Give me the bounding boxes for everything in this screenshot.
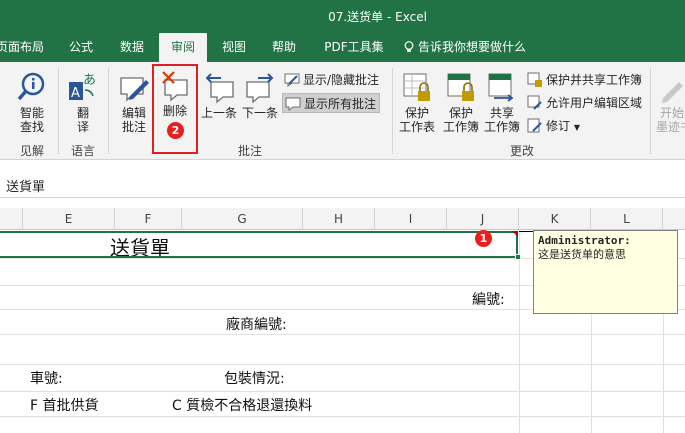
translate-button[interactable]: A あ 翻 译 xyxy=(66,72,100,134)
share-workbook-icon xyxy=(488,73,514,102)
title-bar: 07.送货单 - Excel xyxy=(0,0,685,33)
protect-sheet-label: 保护 工作表 xyxy=(398,106,435,134)
note-c-cell[interactable]: C 質檢不合格退還換料 xyxy=(172,395,312,415)
share-workbook-button[interactable]: 共享 工作簿 xyxy=(481,72,523,134)
protect-workbook-label: 保护 工作簿 xyxy=(442,106,479,134)
chevron-down-icon: ▼ xyxy=(573,123,580,132)
edit-comment-button[interactable]: 编辑 批注 xyxy=(115,72,153,134)
comment-indicator xyxy=(512,231,518,237)
delete-button-highlight xyxy=(152,64,198,154)
protect-sheet-button[interactable]: 保护 工作表 xyxy=(396,72,438,134)
formula-bar[interactable]: 送貨單 xyxy=(0,170,685,198)
protect-sheet-icon xyxy=(403,73,430,101)
show-hide-comment-button[interactable]: 显示/隐藏批注 xyxy=(282,70,382,90)
next-comment-label: 下一条 xyxy=(241,106,278,120)
tab-view[interactable]: 视图 xyxy=(214,33,254,62)
track-changes-button[interactable]: 修订 ▼ xyxy=(525,116,583,136)
comment-text: 这是送货单的意思 xyxy=(538,248,626,261)
edit-comment-icon xyxy=(120,77,149,102)
column-header-j[interactable]: J xyxy=(447,208,519,230)
column-header-k[interactable]: K xyxy=(519,208,591,230)
show-all-comments-label: 显示所有批注 xyxy=(304,97,377,111)
column-header-l[interactable]: L xyxy=(591,208,663,230)
formula-bar-content: 送貨單 xyxy=(6,180,46,195)
translate-label: 翻 译 xyxy=(76,106,89,134)
insights-group-label: 见解 xyxy=(19,144,44,158)
column-header-partial[interactable] xyxy=(0,208,23,230)
tell-me-label: 告诉我你想要做什么 xyxy=(418,40,527,54)
tab-review[interactable]: 审阅 xyxy=(159,33,207,62)
vehicle-label-cell[interactable]: 車號: xyxy=(30,368,63,388)
previous-comment-button[interactable]: 上一条 xyxy=(199,72,239,120)
previous-comment-label: 上一条 xyxy=(200,106,237,120)
start-inking-button[interactable]: 开始 墨迹书 xyxy=(656,72,685,134)
share-workbook-label: 共享 工作簿 xyxy=(483,106,520,134)
smart-lookup-label: 智能 查找 xyxy=(19,106,44,134)
step-1-badge: 1 xyxy=(475,230,492,247)
edit-comment-label: 编辑 批注 xyxy=(121,106,146,134)
previous-comment-icon xyxy=(205,73,234,104)
smart-lookup-button[interactable]: 智能 查找 xyxy=(14,72,50,134)
column-header-e[interactable]: E xyxy=(23,208,115,230)
tab-page-layout[interactable]: 页面布局 xyxy=(0,33,48,62)
smart-lookup-icon xyxy=(17,72,45,101)
column-header-h[interactable]: H xyxy=(303,208,375,230)
step-2-badge: 2 xyxy=(167,122,184,139)
protect-share-icon xyxy=(527,72,542,87)
track-changes-label: 修订 xyxy=(546,119,571,133)
protect-workbook-icon xyxy=(447,73,474,101)
grid-row-line xyxy=(0,416,685,417)
protect-workbook-button[interactable]: 保护 工作簿 xyxy=(440,72,482,134)
tell-me-box[interactable]: 告诉我你想要做什么 xyxy=(404,33,554,62)
packaging-label-cell[interactable]: 包裝情況: xyxy=(224,368,285,388)
tab-pdf-tools[interactable]: PDF工具集 xyxy=(318,33,390,62)
ribbon-tabs: 页面布局 公式 数据 审阅 视图 帮助 PDF工具集 告诉我你想要做什么 xyxy=(0,33,685,62)
protect-share-label: 保护并共享工作簿 xyxy=(546,73,643,87)
grid-row-line xyxy=(0,364,685,365)
changes-group-label: 更改 xyxy=(509,144,534,158)
tab-formulas[interactable]: 公式 xyxy=(62,33,100,62)
next-comment-icon xyxy=(246,73,274,104)
language-group-label: 语言 xyxy=(70,144,95,158)
show-all-comments-button[interactable]: 显示所有批注 xyxy=(282,93,381,113)
grid-col-line xyxy=(519,231,520,433)
allow-edit-ranges-label: 允许用户编辑区域 xyxy=(546,96,643,110)
column-header-g[interactable]: G xyxy=(182,208,303,230)
ribbon-separator xyxy=(108,68,109,154)
column-headers: E F G H I J K L xyxy=(0,208,685,230)
lightbulb-icon xyxy=(404,41,414,52)
number-label-cell[interactable]: 編號: xyxy=(472,289,505,309)
ribbon-separator xyxy=(392,68,393,154)
start-inking-label: 开始 墨迹书 xyxy=(656,106,685,134)
comment-small-icon xyxy=(284,73,300,87)
note-f-cell[interactable]: F 首批供貨 xyxy=(30,395,99,415)
window-title: 07.送货单 - Excel xyxy=(328,10,427,24)
tab-help[interactable]: 帮助 xyxy=(264,33,304,62)
svg-text:A: A xyxy=(71,86,80,101)
fill-handle[interactable] xyxy=(515,254,521,260)
protect-share-button[interactable]: 保护并共享工作簿 xyxy=(525,70,645,90)
allow-edit-ranges-icon xyxy=(527,95,542,110)
svg-text:あ: あ xyxy=(83,73,96,88)
show-hide-comment-label: 显示/隐藏批注 xyxy=(303,73,380,87)
tab-data[interactable]: 数据 xyxy=(112,33,152,62)
track-changes-icon xyxy=(527,118,542,133)
ribbon: 智能 查找 见解 A あ 翻 译 语言 编辑 批注 删除 上一条 下一条 显示/… xyxy=(0,62,685,160)
translate-icon: A あ xyxy=(69,73,96,101)
ribbon-separator xyxy=(58,68,59,154)
comment-connector xyxy=(519,231,534,232)
column-header-f[interactable]: F xyxy=(115,208,182,230)
grid-row-line xyxy=(0,391,685,392)
column-header-i[interactable]: I xyxy=(375,208,447,230)
vendor-code-label-cell[interactable]: 廠商編號: xyxy=(226,314,287,334)
comment-author: Administrator: xyxy=(538,234,631,247)
selected-range xyxy=(0,231,518,258)
ribbon-separator xyxy=(650,68,651,154)
allow-edit-ranges-button[interactable]: 允许用户编辑区域 xyxy=(525,93,645,113)
next-comment-button[interactable]: 下一条 xyxy=(240,72,280,120)
grid-row-line xyxy=(0,334,685,335)
comment-box[interactable]: Administrator: 这是送货单的意思 xyxy=(533,230,678,314)
comments-small-icon xyxy=(285,97,301,111)
pen-icon xyxy=(662,82,683,103)
